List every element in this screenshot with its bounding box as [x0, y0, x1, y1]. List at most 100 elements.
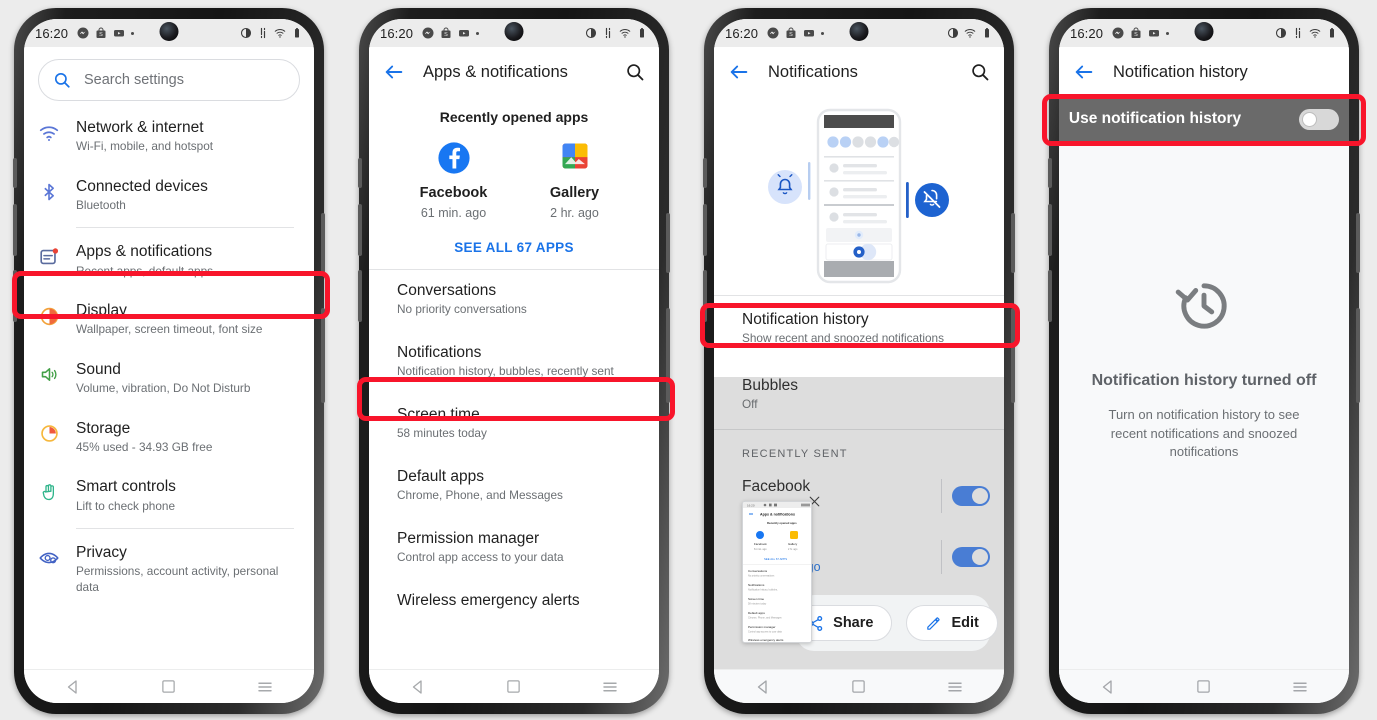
notification-toggle[interactable] — [952, 546, 990, 567]
home-square-icon[interactable] — [851, 679, 866, 694]
back-arrow-icon[interactable] — [1073, 61, 1095, 83]
settings-row-connected-devices[interactable]: Connected devices Bluetooth — [24, 166, 314, 225]
recents-menu-icon[interactable] — [946, 678, 964, 696]
messenger-icon — [1112, 27, 1124, 39]
recents-menu-icon[interactable] — [256, 678, 274, 696]
page-title: Notifications — [768, 62, 858, 81]
settings-row-apps-notifications[interactable]: Apps & notifications Recent apps, defaul… — [24, 231, 314, 290]
svg-text:Wireless emergency alerts: Wireless emergency alerts — [748, 638, 784, 642]
search-settings-bar[interactable]: Search settings — [38, 59, 300, 101]
svg-text:Control app access to your dat: Control app access to your data — [748, 631, 782, 634]
shopee-icon: S — [441, 27, 451, 38]
more-dot-icon — [1166, 31, 1170, 35]
phone3-content: Notifications Notification history Show … — [714, 47, 1004, 669]
settings-row-sound[interactable]: Sound Volume, vibration, Do Not Disturb — [24, 349, 314, 408]
youtube-icon — [1149, 30, 1160, 37]
notification-toggle[interactable] — [952, 485, 990, 506]
divider — [76, 227, 294, 229]
settings-row-bubbles[interactable]: Bubbles Off — [714, 357, 1004, 429]
svg-text:2 hr. ago: 2 hr. ago — [788, 548, 798, 551]
settings-row-smart-controls[interactable]: Smart controls Lift to check phone — [24, 466, 314, 525]
recents-menu-icon[interactable] — [601, 678, 619, 696]
app-name: Facebook — [742, 478, 811, 495]
status-bar: 16:20 S — [24, 19, 314, 47]
recent-app-facebook[interactable]: Facebook 61 min. ago — [399, 141, 509, 220]
row-subtitle: Off — [742, 397, 758, 411]
recent-apps-grid: Facebook 61 min. ago Gallery 2 hr. ago — [369, 127, 659, 224]
recent-app-gallery[interactable]: Gallery 2 hr. ago — [520, 141, 630, 220]
phone1-content: Search settings Network & internet Wi-Fi… — [24, 47, 314, 669]
app-bar: Apps & notifications — [369, 47, 659, 97]
home-square-icon[interactable] — [1196, 679, 1211, 694]
youtube-icon — [459, 30, 470, 37]
display-icon — [36, 303, 62, 329]
phone-device-1: 16:20 S Search settings Network & intern… — [12, 8, 330, 714]
search-input-placeholder: Search settings — [84, 72, 184, 88]
back-triangle-icon[interactable] — [754, 678, 772, 696]
row-title: Connected devices — [76, 177, 208, 195]
back-arrow-icon[interactable] — [383, 61, 405, 83]
row-subtitle: Recent apps, default apps — [76, 263, 214, 278]
home-square-icon[interactable] — [506, 679, 521, 694]
see-all-apps-link[interactable]: SEE ALL 67 APPS — [369, 224, 659, 269]
more-dot-icon — [131, 31, 135, 35]
back-arrow-icon[interactable] — [728, 61, 750, 83]
svg-text:Recently opened apps: Recently opened apps — [767, 521, 797, 525]
status-time: 16:20 — [35, 25, 69, 41]
row-title: Apps & notifications — [76, 243, 213, 261]
smart-controls-icon — [36, 479, 62, 505]
phone4-content: Notification history Use notification hi… — [1059, 47, 1349, 669]
settings-row-conversations[interactable]: Conversations No priority conversations — [369, 270, 659, 328]
phone4-screen: 16:20 S Notification history Use notific… — [1059, 19, 1349, 703]
recents-menu-icon[interactable] — [1291, 678, 1309, 696]
camera-punch-hole — [1194, 22, 1214, 41]
battery-icon — [985, 28, 989, 38]
screenshot-thumbnail[interactable]: 16:20 Apps & notifications Recently open… — [742, 501, 812, 643]
camera-punch-hole — [849, 22, 869, 41]
svg-text:S: S — [444, 32, 448, 38]
home-square-icon[interactable] — [161, 679, 176, 694]
use-notification-history-toggle[interactable] — [1299, 108, 1340, 130]
edit-button[interactable]: Edit — [906, 605, 998, 641]
facebook-icon — [437, 141, 471, 175]
settings-row-wireless-alerts[interactable]: Wireless emergency alerts — [369, 576, 659, 622]
camera-punch-hole — [159, 22, 179, 41]
settings-row-display[interactable]: Display Wallpaper, screen timeout, font … — [24, 290, 314, 349]
svg-text:Screen time: Screen time — [748, 597, 764, 601]
contrast-icon — [947, 27, 959, 39]
nav-bar — [714, 669, 1004, 703]
status-bar: 16:20 S — [369, 19, 659, 47]
page-title: Apps & notifications — [423, 62, 568, 81]
share-label: Share — [833, 615, 874, 631]
settings-row-default-apps[interactable]: Default apps Chrome, Phone, and Messages — [369, 452, 659, 514]
row-title: Notification history — [742, 311, 869, 328]
use-notification-history-banner[interactable]: Use notification history — [1059, 97, 1349, 141]
wifi-icon — [1309, 29, 1321, 38]
empty-state-description: Turn on notification history to see rece… — [1108, 406, 1300, 460]
settings-row-privacy[interactable]: Privacy Permissions, account activity, p… — [24, 532, 314, 606]
row-title: Smart controls — [76, 478, 176, 496]
settings-row-network[interactable]: Network & internet Wi-Fi, mobile, and ho… — [24, 107, 314, 166]
row-subtitle: Notification history, bubbles, recently … — [397, 364, 614, 378]
more-dot-icon — [476, 31, 480, 35]
phone-device-4: 16:20 S Notification history Use notific… — [1042, 8, 1366, 714]
empty-state: Notification history turned off Turn on … — [1059, 141, 1349, 669]
settings-row-storage[interactable]: Storage 45% used - 34.93 GB free — [24, 408, 314, 467]
status-time: 16:20 — [380, 25, 414, 41]
settings-row-notification-history[interactable]: Notification history Show recent and sno… — [714, 296, 1004, 357]
settings-row-screen-time[interactable]: Screen time 58 minutes today — [369, 390, 659, 452]
divider — [941, 539, 942, 574]
back-triangle-icon[interactable] — [409, 678, 427, 696]
search-icon[interactable] — [625, 62, 645, 82]
gallery-icon — [558, 141, 592, 175]
data-transfer-icon — [260, 27, 266, 39]
settings-row-notifications[interactable]: Notifications Notification history, bubb… — [369, 328, 659, 390]
divider — [76, 527, 294, 529]
svg-text:Conversations: Conversations — [748, 569, 768, 573]
settings-row-permission-manager[interactable]: Permission manager Control app access to… — [369, 514, 659, 576]
back-triangle-icon[interactable] — [64, 678, 82, 696]
recently-opened-heading: Recently opened apps — [439, 109, 589, 125]
edit-pencil-icon — [927, 616, 941, 630]
back-triangle-icon[interactable] — [1099, 678, 1117, 696]
search-icon[interactable] — [970, 62, 990, 82]
